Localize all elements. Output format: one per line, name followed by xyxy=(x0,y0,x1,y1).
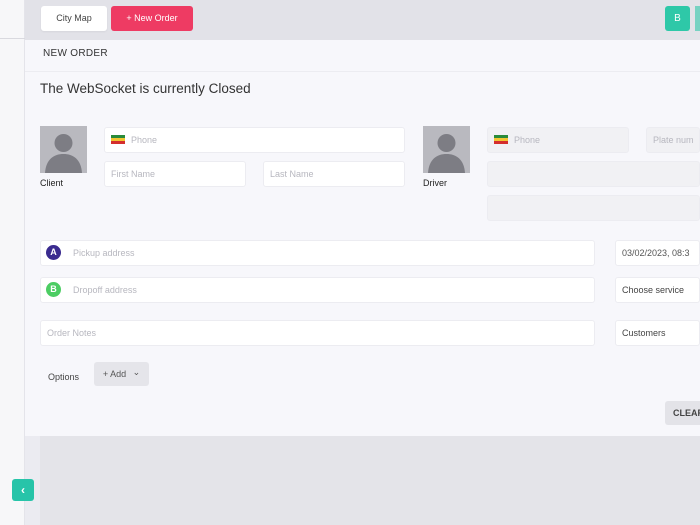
top-bar: City Map + New Order B xyxy=(25,0,700,40)
ethiopia-flag-icon xyxy=(111,135,125,145)
websocket-status-text: The WebSocket is currently Closed xyxy=(40,81,251,96)
plate-placeholder: Plate num xyxy=(653,135,694,145)
city-map-button[interactable]: City Map xyxy=(41,6,107,31)
ethiopia-flag-icon xyxy=(494,135,508,145)
customers-select[interactable]: Customers xyxy=(615,320,700,346)
service-select[interactable]: Choose service xyxy=(615,277,700,303)
customers-placeholder: Customers xyxy=(622,328,666,338)
client-first-name-field[interactable]: First Name xyxy=(104,161,246,187)
driver-label: Driver xyxy=(423,178,447,188)
client-last-name-field[interactable]: Last Name xyxy=(263,161,405,187)
order-notes-field[interactable]: Order Notes xyxy=(40,320,595,346)
pickup-placeholder: Pickup address xyxy=(73,248,135,258)
driver-name-field[interactable] xyxy=(487,161,700,187)
left-sidebar-strip xyxy=(0,0,25,525)
driver-extra-field[interactable] xyxy=(487,195,700,221)
title-divider xyxy=(25,71,700,72)
client-label: Client xyxy=(40,178,64,188)
new-order-button[interactable]: + New Order xyxy=(111,6,193,31)
dropoff-placeholder: Dropoff address xyxy=(73,285,137,295)
driver-phone-field[interactable]: Phone xyxy=(487,127,629,153)
driver-avatar-icon xyxy=(423,126,470,173)
pickup-address-field[interactable]: A Pickup address xyxy=(40,240,595,266)
page-title: NEW ORDER xyxy=(43,48,108,59)
top-right-button-edge[interactable] xyxy=(695,6,700,31)
sidebar-divider xyxy=(0,38,25,39)
dropoff-badge-icon: B xyxy=(46,282,61,298)
clear-button[interactable]: CLEAR xyxy=(665,401,700,425)
client-phone-placeholder: Phone xyxy=(131,135,158,145)
client-phone-field[interactable]: Phone xyxy=(104,127,405,153)
datetime-value: 03/02/2023, 08:3 xyxy=(622,248,690,258)
datetime-field[interactable]: 03/02/2023, 08:3 xyxy=(615,240,700,266)
chevron-left-icon[interactable]: ‹ xyxy=(12,479,34,501)
pickup-badge-icon: A xyxy=(46,245,61,261)
first-name-placeholder: First Name xyxy=(111,169,156,179)
options-label: Options xyxy=(48,372,80,382)
service-placeholder: Choose service xyxy=(622,285,685,295)
driver-plate-field[interactable]: Plate num xyxy=(646,127,700,153)
driver-phone-placeholder: Phone xyxy=(514,135,541,145)
last-name-placeholder: Last Name xyxy=(270,169,314,179)
chevron-down-icon: ⌄ xyxy=(132,367,141,377)
add-option-button[interactable]: + Add ⌄ xyxy=(94,362,149,386)
add-option-label: + Add xyxy=(102,369,127,379)
content-bottom-area xyxy=(40,436,700,525)
dropoff-address-field[interactable]: B Dropoff address xyxy=(40,277,595,303)
new-order-panel: NEW ORDER The WebSocket is currently Clo… xyxy=(25,40,700,436)
client-avatar-icon xyxy=(40,126,87,173)
order-notes-placeholder: Order Notes xyxy=(47,328,97,338)
top-right-button[interactable]: B xyxy=(665,6,690,31)
